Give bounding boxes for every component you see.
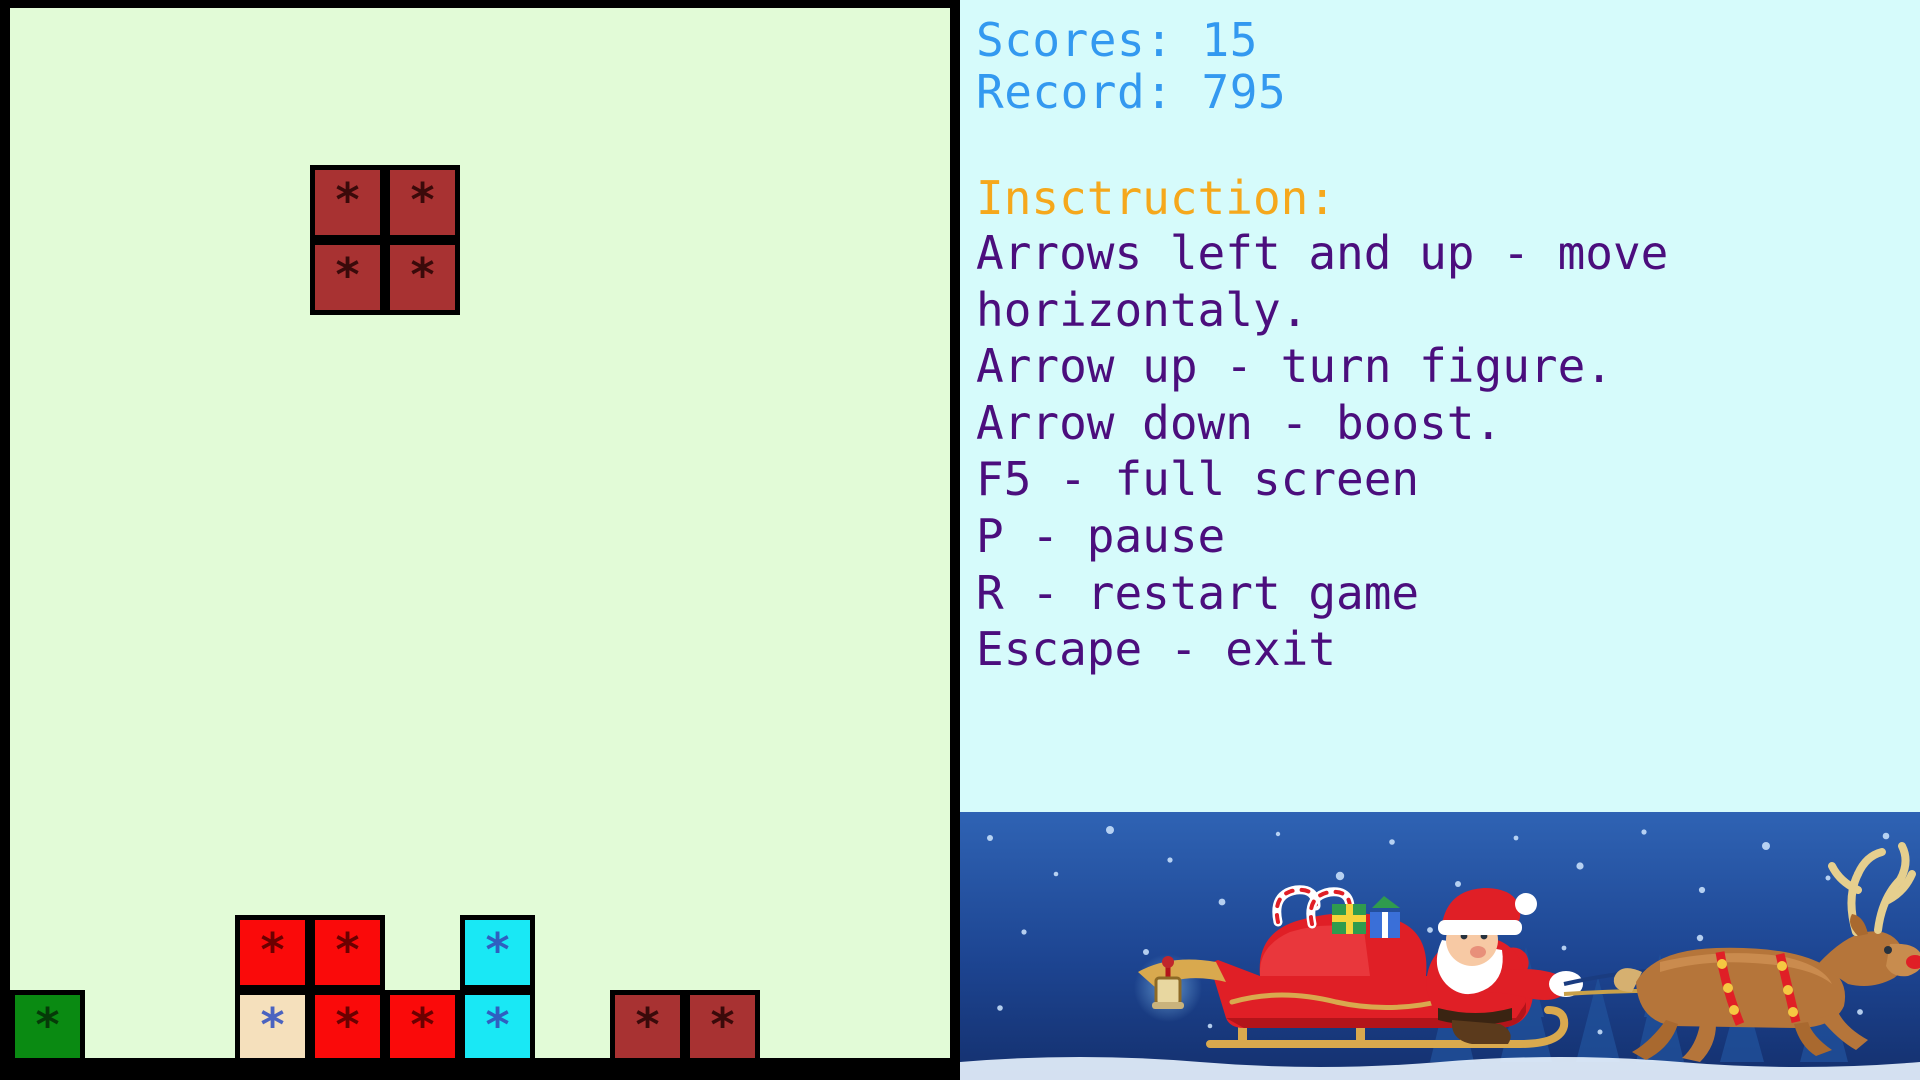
instructions-title: Insctruction: bbox=[976, 170, 1337, 225]
stack-block-red: * bbox=[385, 990, 460, 1058]
block-glyph: * bbox=[410, 248, 435, 303]
block-glyph: * bbox=[485, 923, 510, 978]
block-glyph: * bbox=[410, 998, 435, 1053]
block-glyph: * bbox=[335, 998, 360, 1053]
game-board-frame: ****************************** bbox=[0, 0, 960, 1080]
active-piece-block: * bbox=[385, 165, 460, 240]
active-piece-block: * bbox=[310, 240, 385, 315]
record-line: Record: 795 bbox=[976, 65, 1287, 120]
stack-block-tan: * bbox=[235, 990, 310, 1058]
santa-sleigh-banner bbox=[960, 812, 1920, 1080]
stack-block-darkred: * bbox=[685, 990, 760, 1058]
instructions-list: Arrows left and up - move horizontaly. Arr… bbox=[976, 225, 1920, 678]
stack-block-green: * bbox=[10, 990, 85, 1058]
block-glyph: * bbox=[260, 998, 285, 1053]
block-glyph: * bbox=[35, 998, 60, 1053]
block-glyph: * bbox=[710, 998, 735, 1053]
block-glyph: * bbox=[410, 173, 435, 228]
instruction-line: P - pause bbox=[976, 509, 1226, 564]
game-window: ****************************** Scores: 1… bbox=[0, 0, 1920, 1080]
block-glyph: * bbox=[635, 998, 660, 1053]
block-glyph: * bbox=[335, 173, 360, 228]
instruction-line: horizontaly. bbox=[976, 282, 1309, 337]
stack-block-red: * bbox=[235, 915, 310, 990]
active-piece-block: * bbox=[310, 165, 385, 240]
block-glyph: * bbox=[335, 248, 360, 303]
stack-block-cyan: * bbox=[460, 990, 535, 1058]
block-glyph: * bbox=[485, 998, 510, 1053]
instruction-line: Arrow up - turn figure. bbox=[976, 339, 1613, 394]
stack-block-red: * bbox=[310, 915, 385, 990]
stack-block-darkred: * bbox=[610, 990, 685, 1058]
block-glyph: * bbox=[260, 923, 285, 978]
stack-block-cyan: * bbox=[460, 915, 535, 990]
active-piece-block: * bbox=[385, 240, 460, 315]
instruction-line: Escape - exit bbox=[976, 622, 1337, 677]
stack-block-red: * bbox=[310, 990, 385, 1058]
info-panel: Scores: 15 Record: 795 Insctruction: Arr… bbox=[960, 0, 1920, 1080]
instruction-line: R - restart game bbox=[976, 565, 1420, 620]
instruction-line: Arrow down - boost. bbox=[976, 395, 1503, 450]
scores-line: Scores: 15 bbox=[976, 13, 1258, 67]
info-panel-text: Scores: 15 Record: 795 Insctruction: Arr… bbox=[960, 0, 1920, 812]
instruction-line: F5 - full screen bbox=[976, 452, 1420, 507]
game-board[interactable]: ****************************** bbox=[10, 8, 950, 1058]
block-glyph: * bbox=[335, 923, 360, 978]
instruction-line: Arrows left and up - move bbox=[976, 226, 1669, 281]
